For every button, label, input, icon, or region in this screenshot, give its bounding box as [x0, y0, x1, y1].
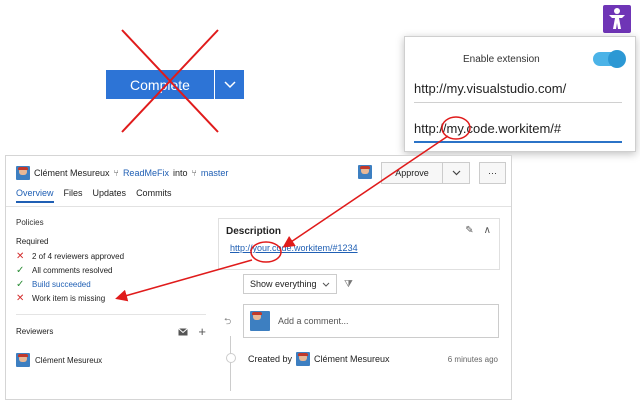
policy-text[interactable]: Build succeeded [32, 280, 91, 289]
approve-dropdown[interactable] [442, 163, 469, 183]
policy-item: ✓ All comments resolved [16, 263, 124, 277]
toggle-knob [608, 50, 626, 68]
avatar [296, 352, 311, 366]
activity-filter-dropdown[interactable]: Show everything [243, 274, 337, 294]
chevron-down-icon [322, 282, 330, 287]
reviewers-section: Reviewers + Clément Mesureux [16, 324, 206, 367]
source-branch[interactable]: ReadMeFix [123, 168, 169, 178]
policies-title: Policies [16, 218, 44, 227]
filter-icon[interactable]: ⧩ [344, 279, 353, 290]
check-icon: ✓ [16, 278, 25, 290]
policy-text: Work item is missing [32, 293, 106, 303]
enable-extension-label: Enable extension [463, 54, 540, 65]
description-card: Description ✎ ∧ http://your.code.workite… [218, 218, 500, 270]
reviewers-title: Reviewers [16, 327, 54, 336]
pr-header: Clément Mesureux ⑂ ReadMeFix into ⑂ mast… [16, 166, 228, 180]
policies-section: Policies Required ✕ 2 of 4 reviewers app… [16, 218, 124, 305]
policy-item: ✕ Work item is missing [16, 291, 124, 305]
policy-item: ✕ 2 of 4 reviewers approved [16, 249, 124, 263]
branch-icon: ⑂ [113, 168, 119, 178]
strike-out-cross [121, 29, 219, 133]
avatar [250, 311, 270, 331]
branch-icon: ⑂ [191, 168, 197, 178]
add-reviewer-button[interactable]: + [198, 324, 206, 339]
fail-icon: ✕ [16, 250, 25, 262]
avatar [16, 353, 30, 367]
avatar [16, 166, 30, 180]
avatar [358, 165, 372, 179]
reviewer-name[interactable]: Clément Mesureux [35, 356, 102, 365]
url-field-2-underline [414, 141, 622, 143]
target-branch[interactable]: master [201, 168, 229, 178]
comment-thread-icon: ⮌ [224, 316, 232, 326]
check-icon: ✓ [16, 264, 25, 276]
chevron-down-icon [452, 170, 460, 176]
tab-commits[interactable]: Commits [136, 188, 172, 203]
created-by-name[interactable]: Clément Mesureux [314, 354, 390, 364]
policy-item: ✓ Build succeeded [16, 277, 124, 291]
header-divider [6, 206, 511, 207]
add-comment-box[interactable]: Add a comment... [243, 304, 499, 338]
fail-icon: ✕ [16, 292, 25, 304]
section-divider [16, 314, 206, 315]
created-by-row: Created by Clément Mesureux 6 minutes ag… [248, 352, 498, 366]
tab-updates[interactable]: Updates [93, 188, 127, 203]
chevron-down-icon [223, 80, 236, 88]
description-link[interactable]: http://your.code.workitem/#1234 [230, 243, 358, 253]
tab-files[interactable]: Files [64, 188, 83, 203]
required-label: Required [16, 237, 49, 246]
description-title: Description [226, 226, 282, 237]
mail-icon[interactable] [178, 327, 189, 336]
pr-author[interactable]: Clément Mesureux [34, 168, 110, 178]
pull-request-window: Clément Mesureux ⑂ ReadMeFix into ⑂ mast… [5, 155, 512, 400]
more-actions-button[interactable]: ··· [479, 162, 506, 184]
extension-icon[interactable] [603, 5, 631, 33]
enable-extension-toggle[interactable] [593, 50, 626, 68]
created-by-label: Created by [248, 354, 293, 364]
collapse-icon[interactable]: ∧ [484, 225, 491, 236]
approve-label: Approve [395, 168, 429, 178]
approve-button[interactable]: Approve [381, 162, 470, 184]
url-field-1[interactable]: http://my.visualstudio.com/ [414, 81, 566, 96]
person-icon [609, 8, 625, 29]
comment-placeholder: Add a comment... [278, 316, 349, 326]
url-field-1-underline [414, 102, 622, 103]
into-label: into [172, 168, 188, 178]
edit-icon[interactable]: ✎ [465, 225, 473, 236]
filter-value: Show everything [250, 279, 317, 289]
url-field-2[interactable]: http://my.code.workitem/# [414, 121, 561, 136]
created-time: 6 minutes ago [447, 354, 498, 364]
extension-popup: Enable extension http://my.visualstudio.… [404, 36, 636, 152]
timeline-line [230, 336, 231, 391]
timeline-dot [226, 353, 236, 363]
policy-text: All comments resolved [32, 265, 113, 275]
tab-overview[interactable]: Overview [16, 188, 54, 203]
reviewer-item: Clément Mesureux [16, 353, 206, 367]
policy-text: 2 of 4 reviewers approved [32, 251, 125, 261]
pr-tabs: Overview Files Updates Commits [16, 188, 172, 203]
